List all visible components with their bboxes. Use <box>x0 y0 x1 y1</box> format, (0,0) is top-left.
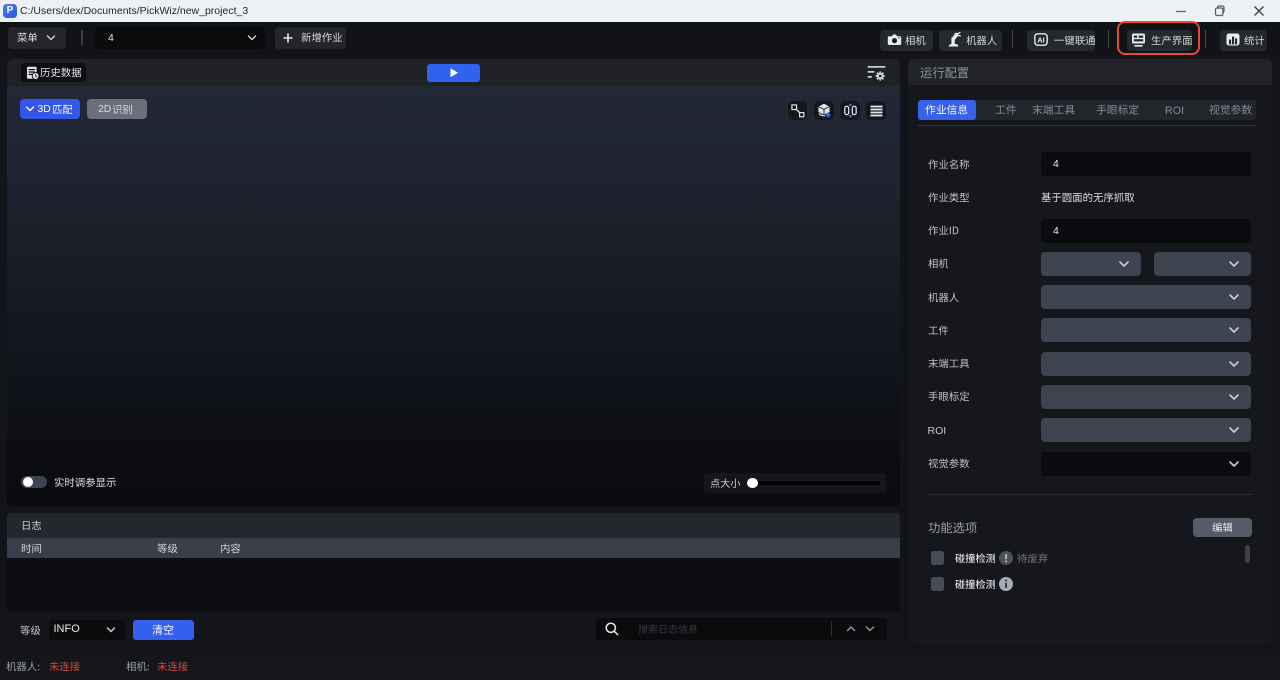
svg-text:AI: AI <box>1037 36 1045 45</box>
